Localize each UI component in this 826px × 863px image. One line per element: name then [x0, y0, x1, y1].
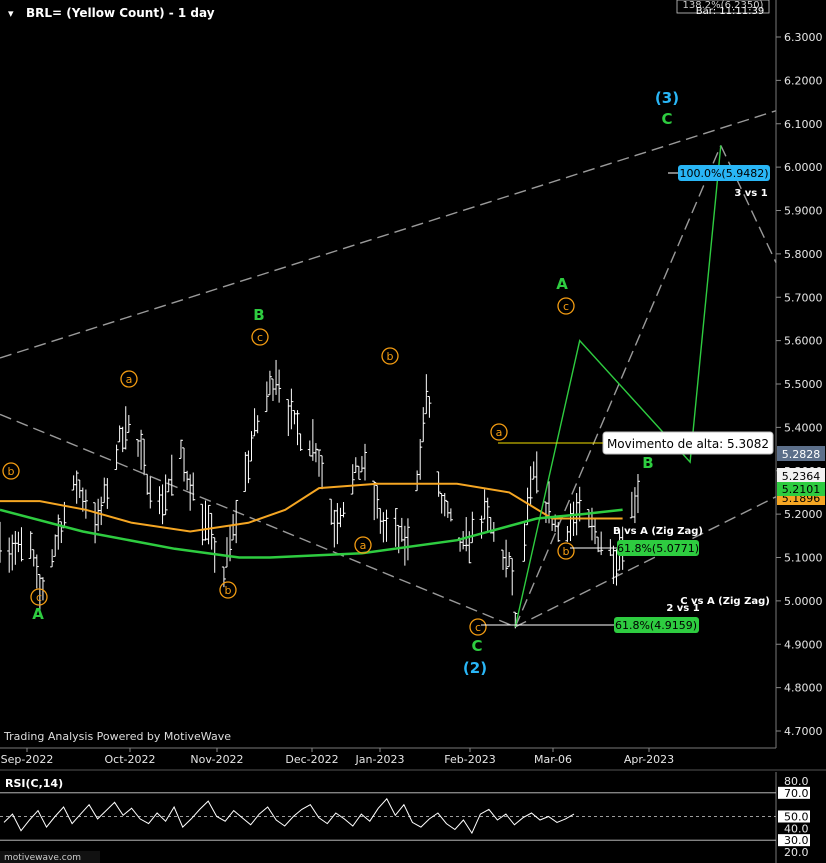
- watermark: Trading Analysis Powered by MotiveWave: [3, 730, 231, 743]
- brand-label: motivewave.com: [4, 853, 81, 863]
- x-tick-label: Dec-2022: [285, 753, 338, 766]
- wave-label: B: [253, 306, 264, 324]
- rsi-tick-label: 20.0: [784, 846, 809, 859]
- wave-label: C: [471, 637, 482, 655]
- y-tick-label: 6.2000: [784, 74, 823, 87]
- b-vs-a-label: B vs A (Zig Zag): [613, 526, 703, 537]
- x-tick-label: Sep-2022: [1, 753, 54, 766]
- x-tick-label: Mar-06: [534, 753, 572, 766]
- y-tick-label: 6.0000: [784, 161, 823, 174]
- movement-box-label: Movimento de alta: 5.3082: [607, 437, 769, 451]
- y-tick-label: 5.0000: [784, 595, 823, 608]
- y-tick-label: 5.1000: [784, 552, 823, 565]
- chart-menu-icon[interactable]: ▾: [8, 7, 14, 20]
- rsi-tick-label: 70.0: [784, 787, 809, 800]
- y-tick-label: 5.4000: [784, 421, 823, 434]
- green-ma-label: 5.2101: [782, 483, 821, 496]
- wave-label: A: [556, 275, 568, 293]
- chart-title: BRL= (Yellow Count) - 1 day: [26, 6, 215, 20]
- svg-text:b: b: [225, 584, 232, 597]
- y-tick-label: 4.8000: [784, 682, 823, 695]
- wave-label: B: [642, 454, 653, 472]
- wave-label: (2): [463, 659, 487, 677]
- y-tick-label: 5.9000: [784, 205, 823, 218]
- svg-text:c: c: [257, 331, 263, 344]
- two-vs-one-label: 2 vs 1: [666, 603, 699, 614]
- y-tick-label: 4.9000: [784, 638, 823, 651]
- y-tick-label: 5.2000: [784, 508, 823, 521]
- svg-text:c: c: [563, 300, 569, 313]
- last-price-label: 5.2828: [782, 448, 821, 461]
- svg-text:c: c: [36, 591, 42, 604]
- wave-label: A: [32, 605, 44, 623]
- y-tick-label: 5.6000: [784, 335, 823, 348]
- bar-time-label: Bar: 11:11:39: [696, 6, 764, 17]
- svg-text:b: b: [387, 350, 394, 363]
- svg-text:a: a: [360, 539, 367, 552]
- svg-text:b: b: [8, 465, 15, 478]
- svg-text:a: a: [496, 426, 503, 439]
- svg-text:b: b: [563, 545, 570, 558]
- wave-label: (3): [655, 89, 679, 107]
- close-price-label: 5.2364: [782, 470, 821, 483]
- x-tick-label: Jan-2023: [355, 753, 405, 766]
- price-chart[interactable]: b a c c b a b a c c b A B C (2) A B C (3) 6.3000 6.2000 6.10…: [0, 0, 826, 863]
- x-tick-label: Nov-2022: [190, 753, 243, 766]
- y-tick-label: 5.5000: [784, 378, 823, 391]
- svg-text:c: c: [475, 621, 481, 634]
- x-tick-label: Oct-2022: [105, 753, 156, 766]
- fib-100-label: 100.0%(5.9482): [679, 167, 768, 180]
- y-tick-label: 5.8000: [784, 248, 823, 261]
- x-tick-label: Apr-2023: [624, 753, 674, 766]
- x-tick-label: Feb-2023: [444, 753, 495, 766]
- svg-text:a: a: [126, 373, 133, 386]
- three-vs-one-label: 3 vs 1: [734, 188, 767, 199]
- wave-label: C: [661, 110, 672, 128]
- y-tick-label: 6.3000: [784, 31, 823, 44]
- fib-618b-label: 61.8%(5.0771): [617, 542, 699, 555]
- y-tick-label: 5.7000: [784, 291, 823, 304]
- rsi-title: RSI(C,14): [5, 777, 63, 790]
- y-tick-label: 4.7000: [784, 725, 823, 738]
- fib-618c-label: 61.8%(4.9159): [615, 619, 697, 632]
- y-tick-label: 6.1000: [784, 118, 823, 131]
